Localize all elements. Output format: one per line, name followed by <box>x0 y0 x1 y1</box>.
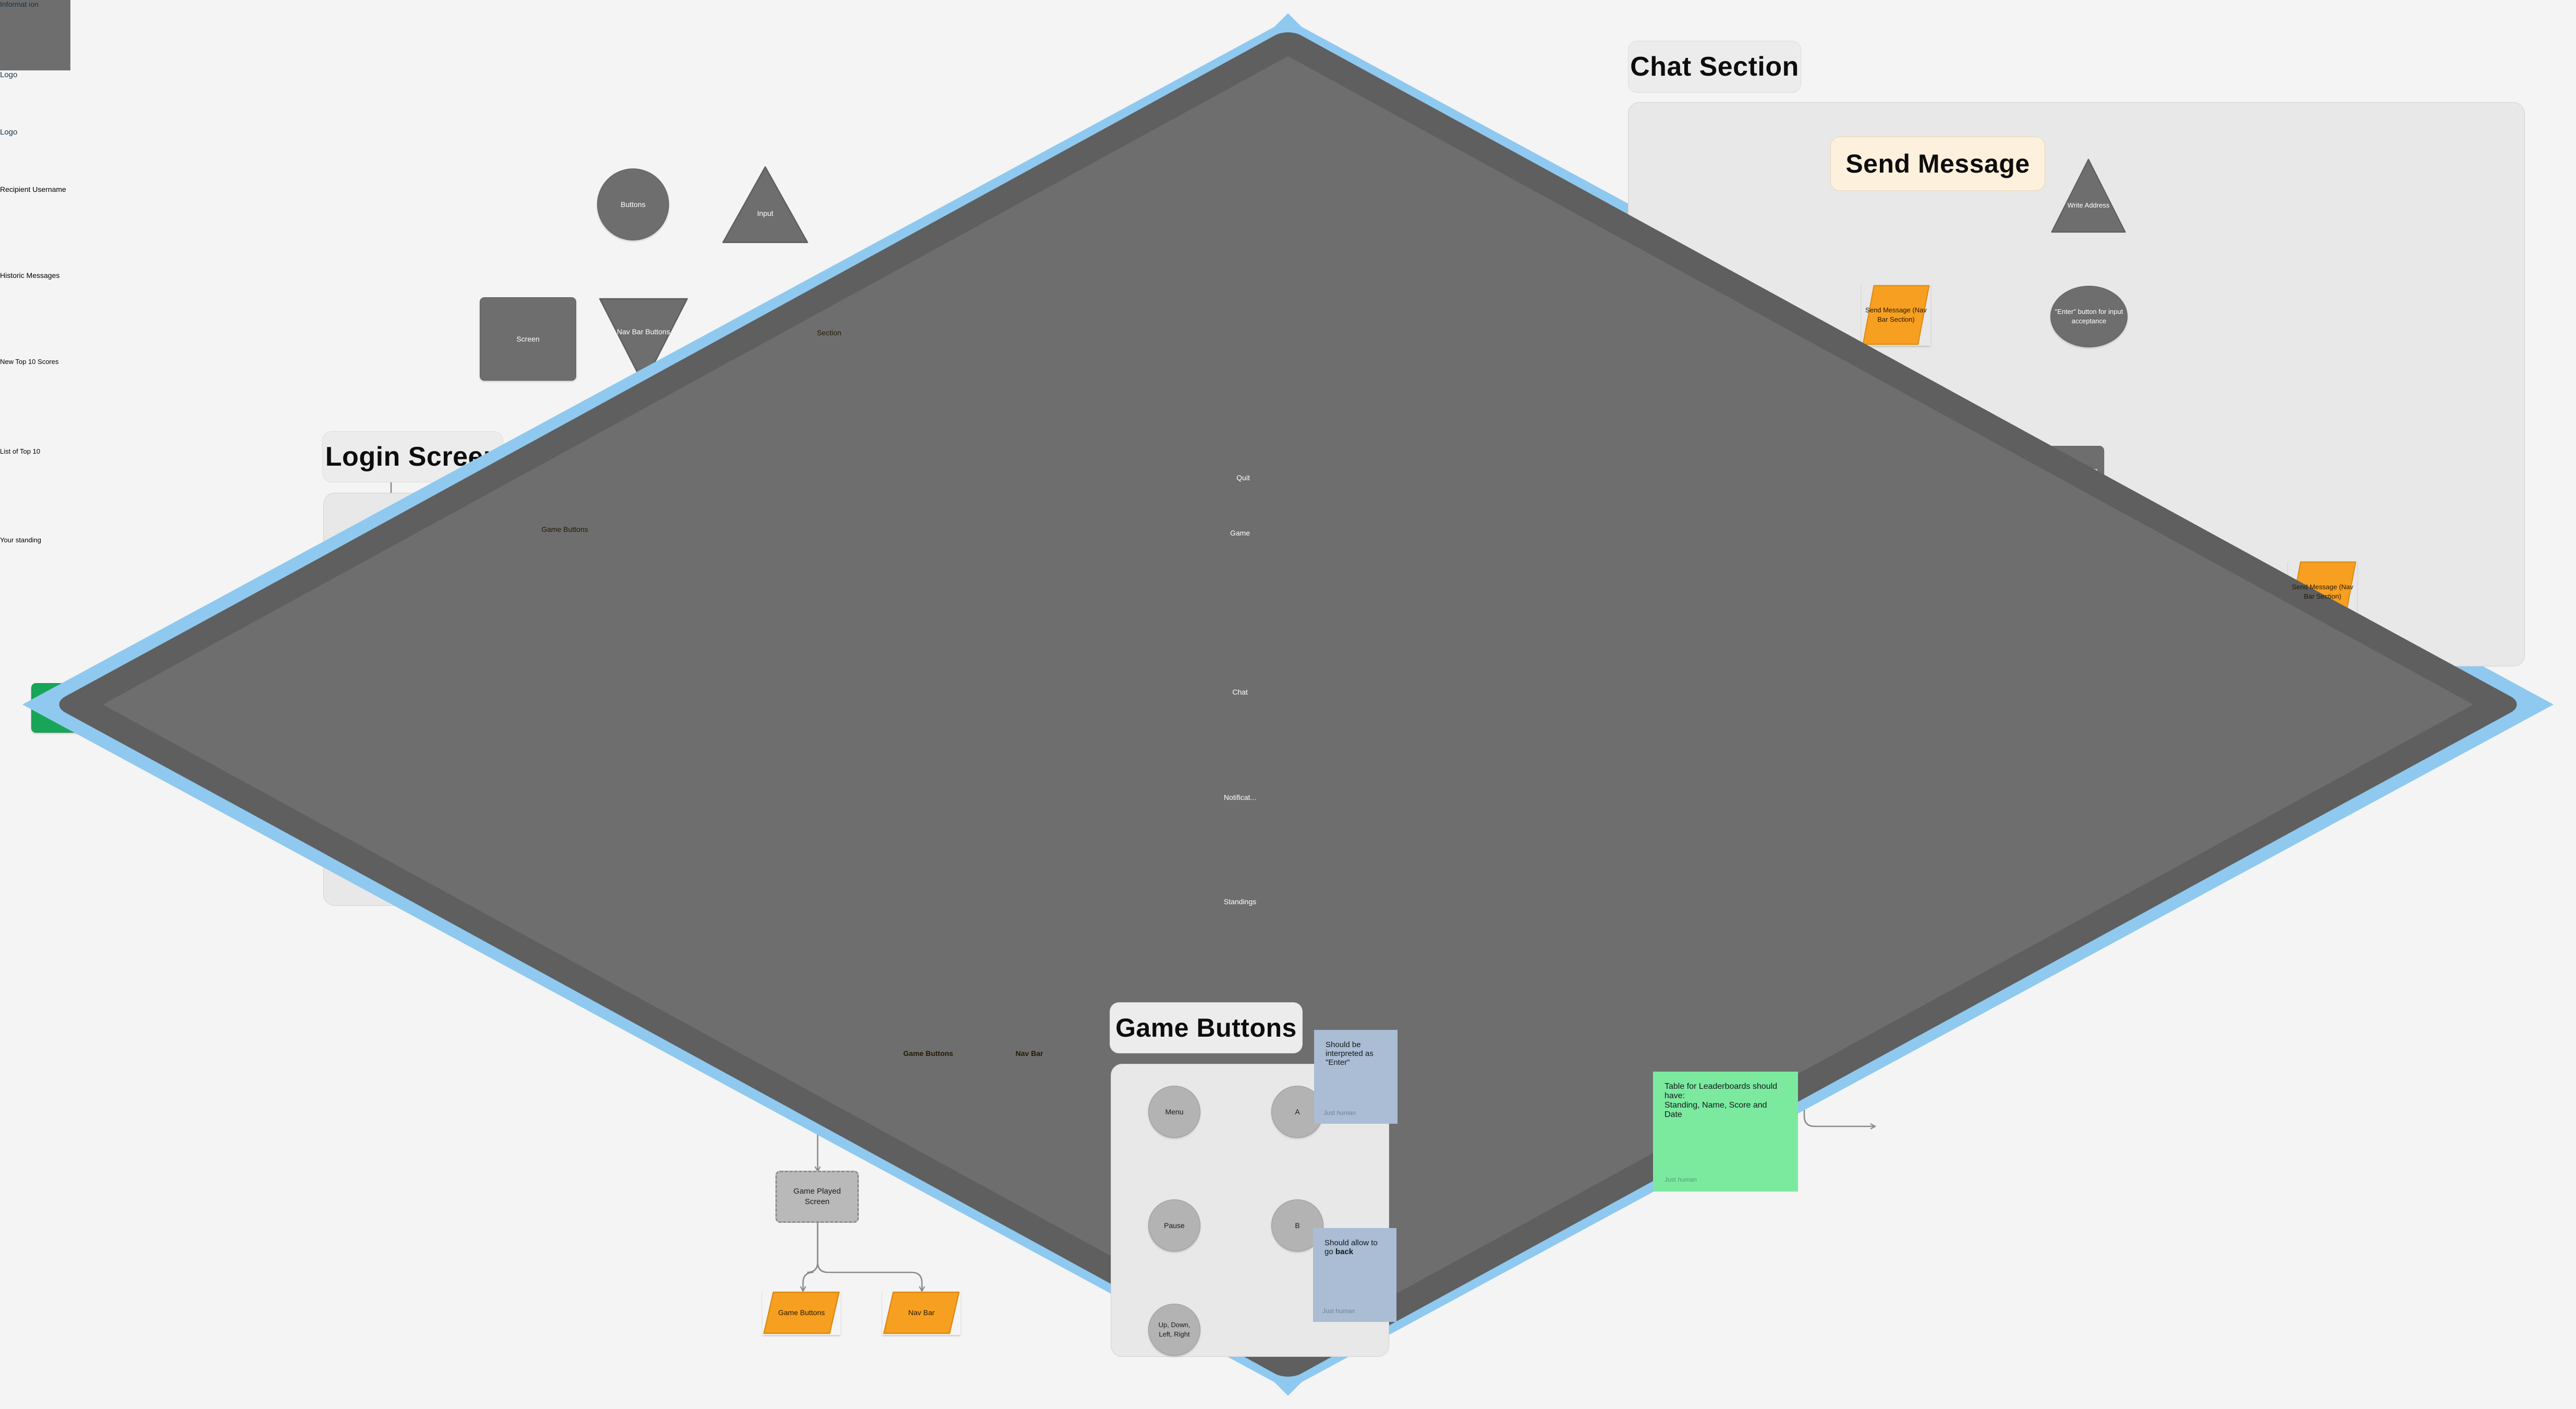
node-label: List of Top 10 <box>0 447 41 455</box>
node-button-pause[interactable]: Pause <box>1148 1199 1200 1252</box>
node-label: Game <box>1230 528 1250 537</box>
node-label: Quit <box>1236 473 1250 482</box>
note-author: Just human <box>1322 1307 1355 1315</box>
node-label: Up, Down, Left, Right <box>1158 1321 1190 1338</box>
node-label: B <box>1295 1221 1300 1230</box>
node-label: Nav Bar <box>1015 1049 1043 1058</box>
node-label: Game Buttons <box>903 1049 953 1058</box>
node-button-dpad[interactable]: Up, Down, Left, Right <box>1148 1304 1200 1356</box>
node-label: Pause <box>1164 1221 1185 1230</box>
node-label: Your standing <box>0 536 42 544</box>
node-label: Send Message (Nav Bar Section) <box>1865 306 1927 323</box>
node-button-menu[interactable]: Menu <box>1148 1086 1200 1138</box>
note-author: Just human <box>1664 1176 1697 1183</box>
node-label: Logo <box>0 70 18 79</box>
node-label: Nav Bar <box>908 1308 935 1317</box>
legend-label: Section <box>817 328 842 337</box>
legend-label: Nav Bar Buttons <box>617 327 670 336</box>
legend-label: Input <box>757 209 774 218</box>
note-text: Should be interpreted as "Enter" <box>1326 1040 1376 1067</box>
node-label: Recipient Username <box>0 185 66 193</box>
section-title-game-buttons: Game Buttons <box>1110 1002 1303 1053</box>
node-label: Send Message (Nav Bar Section) <box>2292 583 2353 600</box>
node-label: A <box>1295 1107 1300 1116</box>
node-label: Game Buttons <box>541 525 588 533</box>
node-label: Chat <box>1232 687 1248 696</box>
legend-label: Informat ion <box>0 0 39 8</box>
note-leaderboard: Table for Leaderboards should have: Stand… <box>1653 1072 1798 1192</box>
note-enter: Should be interpreted as "Enter" Just hu… <box>1314 1030 1398 1124</box>
node-label: Logo <box>0 128 18 137</box>
node-label: Write Address <box>2067 201 2110 210</box>
note-text: Table for Leaderboards should have: Stand… <box>1664 1082 1780 1119</box>
note-author: Just human <box>1323 1109 1356 1116</box>
node-label: Notificat... <box>1223 793 1257 801</box>
node-label: Historic Messages <box>0 271 60 280</box>
node-label: New Top 10 Scores <box>0 358 59 366</box>
note-back: Should allow to go back Just human <box>1313 1228 1396 1322</box>
node-your-standing[interactable]: Your standing <box>0 32 2517 1377</box>
diagram-canvas: Informat ion Buttons Input Screen Nav Ba… <box>0 0 2576 1409</box>
note-text: Should allow to go back <box>1325 1238 1380 1256</box>
node-label: Standings <box>1223 897 1257 906</box>
node-label: Game Buttons <box>778 1308 825 1317</box>
node-label: Menu <box>1165 1107 1184 1116</box>
section-title-text: Game Buttons <box>1115 1013 1297 1042</box>
